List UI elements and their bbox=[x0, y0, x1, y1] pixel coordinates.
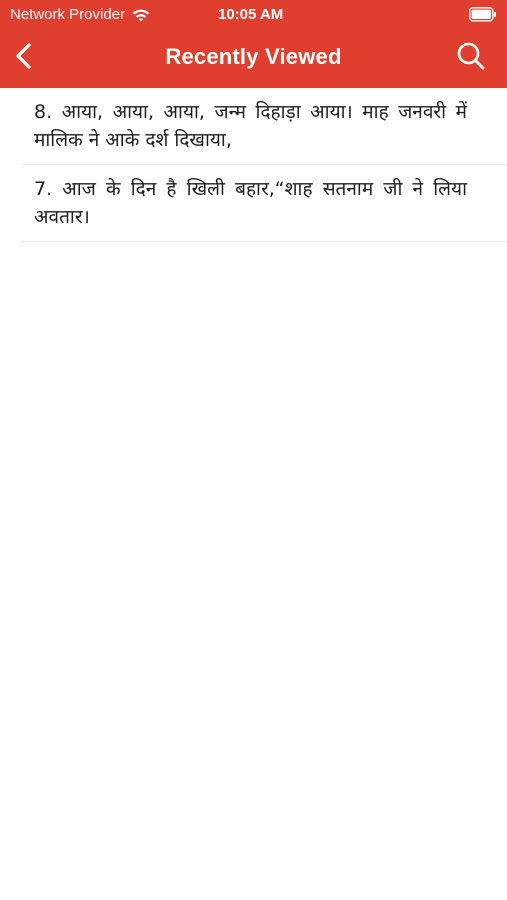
status-time: 10:05 AM bbox=[218, 6, 284, 23]
recently-viewed-list: 8. आया, आया, आया, जन्म दिहाड़ा आया। माह … bbox=[0, 88, 507, 242]
list-item[interactable]: 8. आया, आया, आया, जन्म दिहाड़ा आया। माह … bbox=[22, 88, 507, 165]
navigation-bar: Recently Viewed bbox=[0, 30, 507, 88]
carrier-label: Network Provider bbox=[10, 6, 126, 23]
app-screen: Network Provider 10:05 AM Recently Viewe… bbox=[0, 0, 507, 900]
list-item[interactable]: 7. आज के दिन है खिली बहार,“शाह सतनाम जी … bbox=[22, 165, 507, 242]
search-button[interactable] bbox=[453, 40, 489, 76]
status-bar: Network Provider 10:05 AM bbox=[0, 0, 507, 30]
status-left: Network Provider bbox=[10, 6, 151, 23]
wifi-icon bbox=[131, 7, 151, 23]
battery-icon bbox=[469, 7, 497, 22]
page-title: Recently Viewed bbox=[165, 44, 342, 69]
header: Network Provider 10:05 AM Recently Viewe… bbox=[0, 0, 507, 88]
search-icon bbox=[456, 41, 486, 75]
